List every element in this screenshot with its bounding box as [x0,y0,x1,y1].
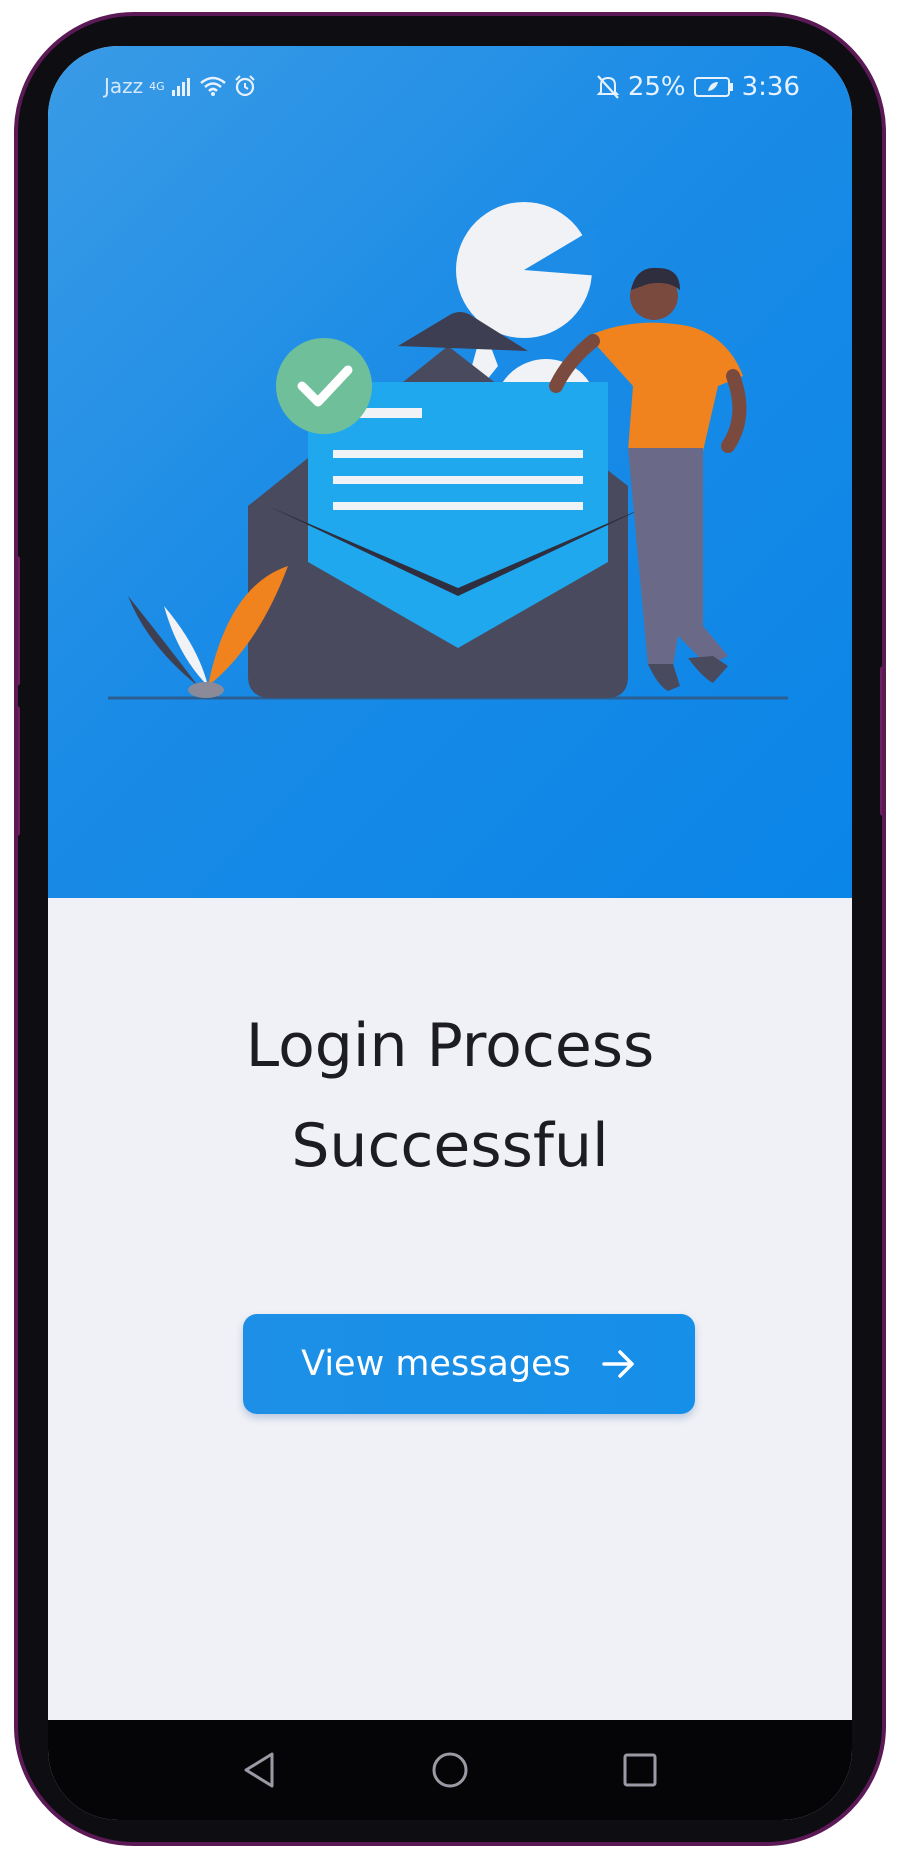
home-button[interactable] [420,1740,480,1800]
back-button[interactable] [230,1740,290,1800]
system-nav-bar [48,1720,852,1820]
carrier-label: Jazz [104,74,144,98]
network-type: 4G [149,79,165,93]
back-icon [244,1752,274,1788]
check-circle-icon [276,338,372,434]
hero-banner: Jazz 4G 25% 3:36 [48,46,852,898]
clock: 3:36 [741,72,800,102]
content-area: Login Process Successful View messages [48,898,852,1720]
page-title: Login Process Successful [48,996,852,1196]
view-messages-label: View messages [301,1344,571,1384]
home-icon [432,1752,468,1788]
power-button [880,666,882,816]
battery-percent: 25% [627,72,686,102]
title-line-1: Login Process [245,1011,655,1081]
phone-frame: Jazz 4G 25% 3:36 Login Process Successfu… [14,12,886,1846]
signal-icon [171,78,190,96]
view-messages-button[interactable]: View messages [243,1314,695,1414]
volume-button [18,706,20,836]
alarm-icon [234,75,255,97]
title-line-2: Successful [291,1111,609,1181]
status-right: 25% 3:36 [596,72,800,102]
recents-button[interactable] [610,1740,670,1800]
status-bar: Jazz 4G 25% 3:36 [48,46,852,122]
recents-icon [623,1753,657,1787]
status-left: Jazz 4G [104,74,257,98]
email-success-illustration [108,202,788,700]
wifi-icon [199,76,226,96]
screen: Jazz 4G 25% 3:36 Login Process Successfu… [48,46,852,1820]
volume-button [18,556,20,686]
mute-icon [596,75,620,99]
battery-icon [693,77,733,97]
arrow-right-icon [602,1350,634,1378]
